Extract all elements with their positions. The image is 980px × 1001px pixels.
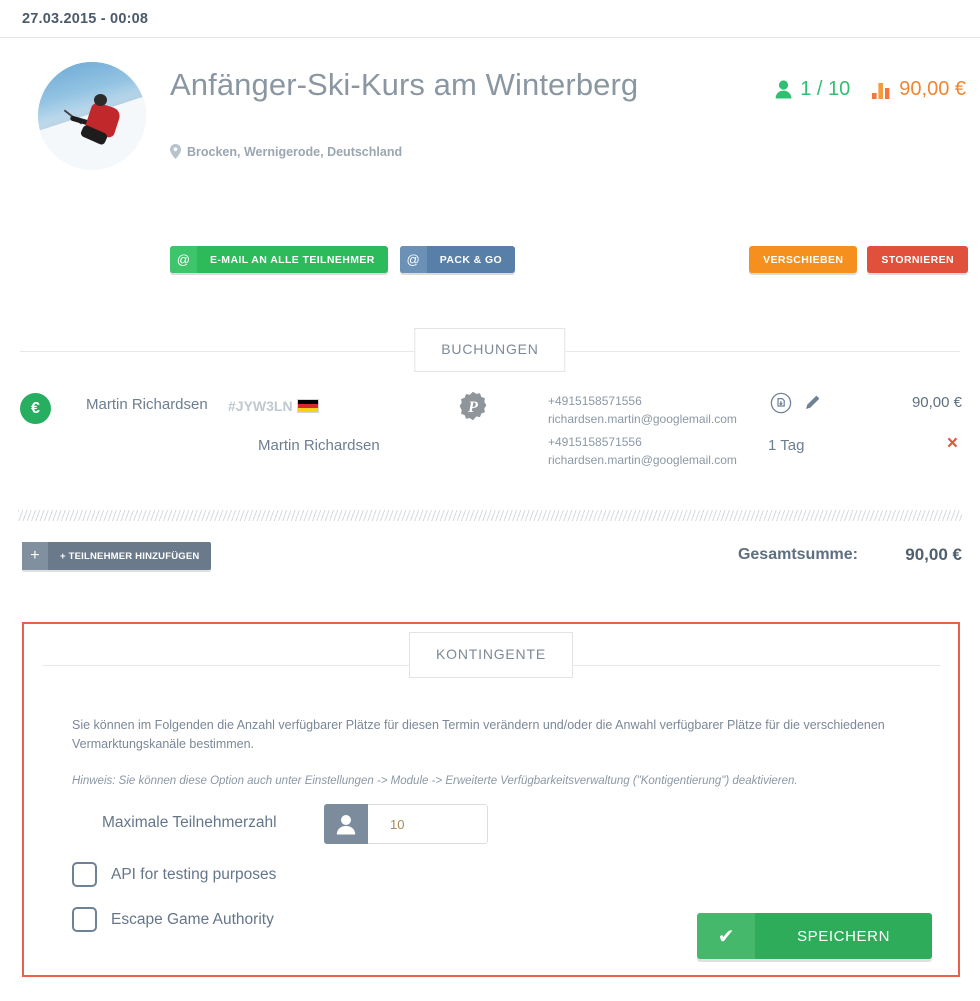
pack-and-go-label: PACK & GO bbox=[439, 253, 503, 266]
person-icon bbox=[324, 804, 368, 844]
booking-contact-primary: +4915158571556 richardsen.martin@googlem… bbox=[548, 392, 737, 428]
at-icon: @ bbox=[170, 246, 197, 273]
checkbox-row-api: API for testing purposes bbox=[72, 862, 276, 887]
move-event-label: VERSCHIEBEN bbox=[763, 253, 844, 266]
move-event-button[interactable]: VERSCHIEBEN bbox=[749, 246, 858, 273]
bookings-tab-label: BUCHUNGEN bbox=[414, 328, 566, 372]
participants-count: 1 / 10 bbox=[800, 78, 851, 100]
participant-phone: +4915158571556 bbox=[548, 435, 642, 449]
save-button[interactable]: ✔ SPEICHERN bbox=[697, 913, 932, 959]
total-sum-value: 90,00 € bbox=[905, 545, 962, 564]
booking-participant-name: Martin Richardsen bbox=[258, 437, 380, 454]
booking-phone: +4915158571556 bbox=[548, 394, 642, 408]
pack-and-go-button[interactable]: @ PACK & GO bbox=[399, 246, 516, 273]
booking-contact-secondary: +4915158571556 richardsen.martin@googlem… bbox=[548, 433, 737, 469]
at-icon: @ bbox=[399, 246, 427, 273]
booking-code: #JYW3LN bbox=[228, 398, 293, 414]
max-participants-label: Maximale Teilnehmerzahl bbox=[102, 814, 277, 831]
kontingente-tab-label: KONTINGENTE bbox=[409, 632, 573, 678]
checkmark-icon: ✔ bbox=[697, 913, 756, 959]
checkbox-api-for-testing-purposes[interactable] bbox=[72, 862, 97, 887]
kontingente-description: Sie können im Folgenden die Anzahl verfü… bbox=[72, 718, 885, 752]
booking-email: richardsen.martin@googlemail.com bbox=[548, 412, 737, 426]
hatched-divider bbox=[18, 510, 962, 521]
bookings-section: BUCHUNGEN € Martin Richardsen #JYW3LN P … bbox=[0, 328, 980, 478]
email-all-participants-button[interactable]: @ E-MAIL AN ALLE TEILNEHMER bbox=[170, 246, 388, 273]
svg-text:P: P bbox=[467, 399, 478, 416]
booking-amount: 90,00 € bbox=[911, 394, 962, 411]
kontingente-header: KONTINGENTE bbox=[42, 632, 940, 688]
checkbox-escape-game-authority[interactable] bbox=[72, 907, 97, 932]
date-bar: 27.03.2015 - 00:08 bbox=[0, 0, 980, 38]
booking-customer-name[interactable]: Martin Richardsen bbox=[86, 396, 208, 413]
payment-status-icon: € bbox=[20, 393, 51, 424]
table-row: € Martin Richardsen #JYW3LN P +491515857… bbox=[0, 386, 980, 478]
plus-icon: + bbox=[22, 542, 48, 570]
price-value: 90,00 € bbox=[899, 78, 966, 100]
booking-row-actions bbox=[770, 392, 822, 419]
add-participant-label: + TEILNEHMER HINZUFÜGEN bbox=[60, 550, 200, 562]
checkbox-escape-game-label: Escape Game Authority bbox=[111, 910, 274, 928]
participants-stat: 1 / 10 bbox=[775, 78, 850, 101]
germany-flag-icon bbox=[297, 399, 319, 413]
cancel-event-label: STORNIEREN bbox=[881, 253, 954, 266]
event-date: 27.03.2015 - 00:08 bbox=[22, 10, 149, 27]
kontingente-panel: KONTINGENTE Sie können im Folgenden die … bbox=[22, 622, 960, 977]
bookings-section-header: BUCHUNGEN bbox=[20, 328, 960, 374]
price-stat: 90,00 € bbox=[872, 78, 966, 101]
max-participants-stepper[interactable] bbox=[324, 804, 488, 844]
add-participant-button[interactable]: + + TEILNEHMER HINZUFÜGEN bbox=[22, 542, 212, 570]
totals-row: + + TEILNEHMER HINZUFÜGEN Gesamtsumme: 9… bbox=[0, 540, 980, 584]
event-actions-right: VERSCHIEBEN STORNIEREN bbox=[749, 246, 968, 273]
total-sum-label: Gesamtsumme: bbox=[737, 546, 858, 563]
email-all-participants-label: E-MAIL AN ALLE TEILNEHMER bbox=[210, 253, 375, 266]
participant-email: richardsen.martin@googlemail.com bbox=[548, 453, 737, 467]
event-actions-left: @ E-MAIL AN ALLE TEILNEHMER @ PACK & GO bbox=[170, 246, 516, 273]
save-button-label: SPEICHERN bbox=[755, 913, 932, 959]
event-header: Anfänger-Ski-Kurs am Winterberg Brocken,… bbox=[0, 52, 980, 273]
cancel-event-button[interactable]: STORNIEREN bbox=[867, 246, 968, 273]
checkbox-api-label: API for testing purposes bbox=[111, 865, 277, 883]
event-location-text: Brocken, Wernigerode, Deutschland bbox=[187, 144, 403, 159]
kontingente-hint: Hinweis: Sie können diese Option auch un… bbox=[72, 774, 798, 787]
booking-detail-page: 27.03.2015 - 00:08 Anfänger-Ski-Kurs am … bbox=[0, 0, 980, 1001]
download-icon[interactable] bbox=[770, 392, 792, 419]
person-icon bbox=[775, 80, 792, 99]
event-avatar bbox=[38, 62, 146, 170]
checkbox-row-escape-game: Escape Game Authority bbox=[72, 907, 274, 932]
bar-chart-icon bbox=[872, 81, 891, 99]
location-pin-icon bbox=[170, 144, 181, 159]
max-participants-input[interactable] bbox=[368, 804, 488, 844]
event-location: Brocken, Wernigerode, Deutschland bbox=[170, 144, 402, 159]
event-stats: 1 / 10 90,00 € bbox=[775, 78, 966, 101]
event-title: Anfänger-Ski-Kurs am Winterberg bbox=[170, 67, 639, 102]
booking-duration: 1 Tag bbox=[768, 437, 805, 454]
edit-pencil-icon[interactable] bbox=[802, 393, 822, 418]
max-participants-row: Maximale Teilnehmerzahl bbox=[24, 804, 958, 852]
paypal-icon: P bbox=[458, 391, 488, 426]
remove-participant-button[interactable]: × bbox=[947, 434, 958, 453]
